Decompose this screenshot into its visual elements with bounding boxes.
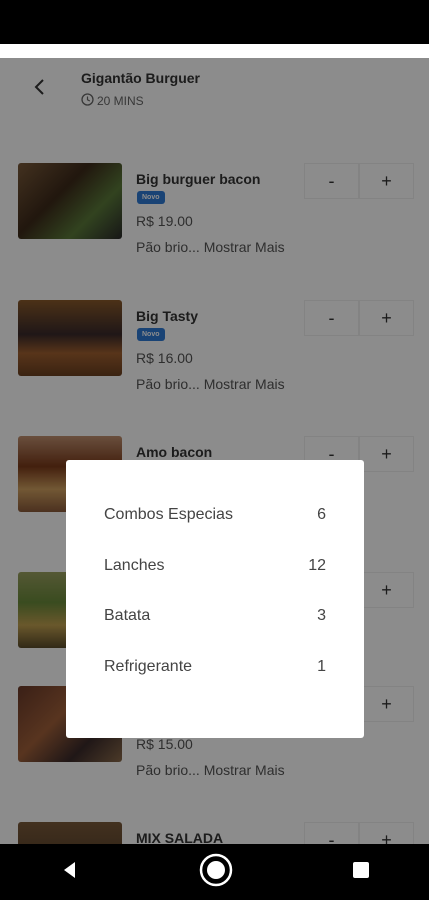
category-count: 1: [317, 657, 326, 675]
category-item[interactable]: Refrigerante 1: [66, 642, 364, 693]
top-strip: [0, 44, 429, 58]
category-item[interactable]: Combos Especias 6: [66, 490, 364, 541]
category-count: 3: [317, 607, 326, 625]
category-count: 12: [308, 556, 326, 574]
category-label: Combos Especias: [104, 506, 233, 524]
category-item[interactable]: Lanches 12: [66, 541, 364, 592]
category-count: 6: [317, 506, 326, 524]
nav-back-icon[interactable]: [59, 859, 81, 886]
category-label: Refrigerante: [104, 657, 193, 675]
system-nav-bar: [0, 844, 429, 900]
category-label: Lanches: [104, 556, 165, 574]
nav-recents-icon[interactable]: [351, 860, 371, 885]
nav-home-icon[interactable]: [198, 852, 234, 893]
status-bar: [0, 0, 429, 44]
category-dialog: Combos Especias 6 Lanches 12 Batata 3 Re…: [66, 460, 364, 738]
category-label: Batata: [104, 607, 151, 625]
category-item[interactable]: Batata 3: [66, 591, 364, 642]
